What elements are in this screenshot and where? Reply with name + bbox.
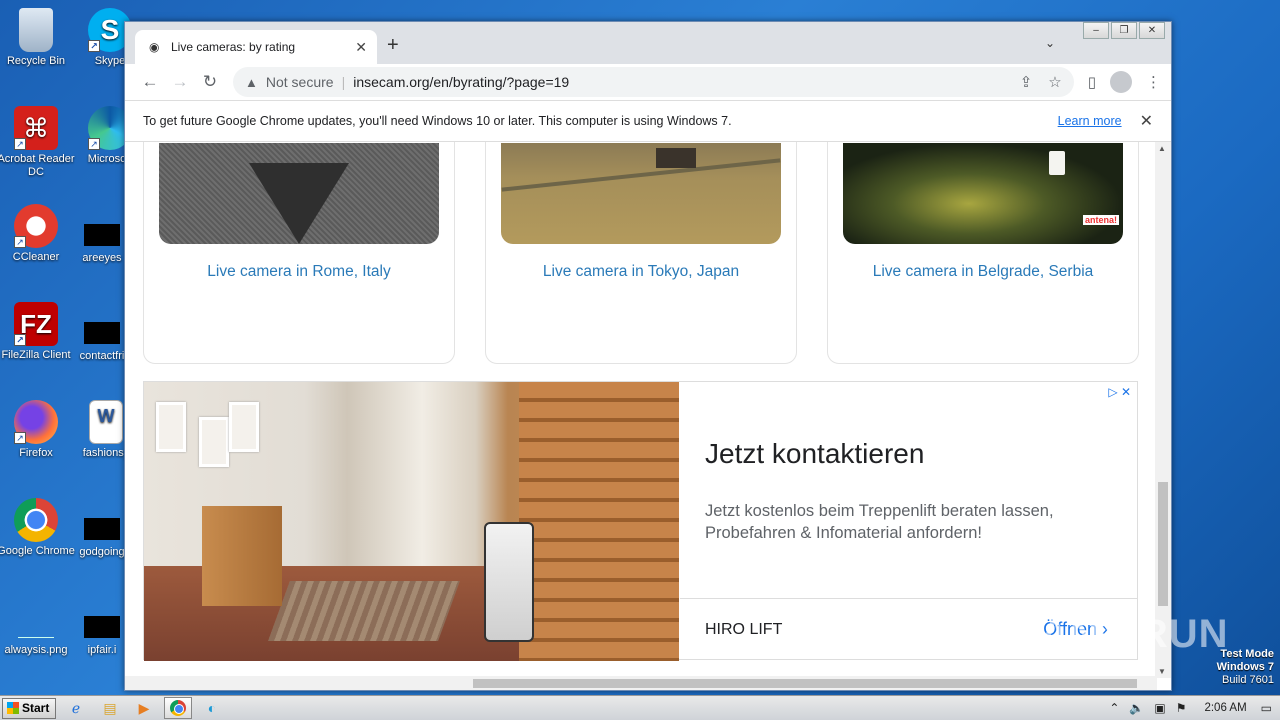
scrollbar-thumb[interactable] bbox=[1158, 482, 1168, 606]
profile-avatar-icon[interactable] bbox=[1110, 71, 1132, 93]
tab-strip: ◉ Live cameras: by rating ✕ + ⌄ – ❐ ✕ bbox=[125, 22, 1171, 64]
camera-caption-link[interactable]: Live camera in Tokyo, Japan bbox=[486, 263, 796, 281]
camera-caption-link[interactable]: Live camera in Rome, Italy bbox=[144, 263, 454, 281]
scrollbar-thumb[interactable] bbox=[473, 679, 1137, 688]
clock[interactable]: 2:06 AM bbox=[1204, 702, 1246, 714]
os-text: Windows 7 bbox=[1216, 661, 1274, 673]
firefox-icon: ↗ bbox=[14, 400, 58, 444]
camera-card[interactable]: Live camera in Tokyo, Japan bbox=[485, 142, 797, 364]
restore-button[interactable]: ❐ bbox=[1111, 22, 1137, 39]
menu-kebab-icon[interactable]: ⋮ bbox=[1146, 73, 1161, 91]
tab-close-button[interactable]: ✕ bbox=[355, 39, 367, 56]
desktop-icon-firefox[interactable]: ↗ Firefox bbox=[0, 400, 76, 460]
minimize-button[interactable]: – bbox=[1083, 22, 1109, 39]
back-button[interactable]: ← bbox=[135, 72, 165, 92]
ie-taskbar-icon[interactable]: ℯ bbox=[62, 697, 90, 719]
test-mode-label: Test Mode Windows 7 Build 7601 bbox=[1217, 648, 1274, 687]
omnibox-divider: | bbox=[341, 74, 346, 90]
address-bar[interactable]: ▲ Not secure | insecam.org/en/byrating/?… bbox=[233, 67, 1074, 97]
scroll-down-icon[interactable]: ▼ bbox=[1158, 667, 1166, 676]
url-text[interactable]: insecam.org/en/byrating/?page=19 bbox=[353, 74, 1019, 90]
reload-button[interactable]: ↻ bbox=[195, 72, 225, 92]
edge-taskbar-icon[interactable]: ◐ bbox=[198, 697, 226, 719]
taskbar: Start ℯ ▤ ▶ ◐ ⌃ 🔈 ▣ ⚑ 2:06 AM ▭ bbox=[0, 695, 1280, 720]
ad-title[interactable]: Jetzt kontaktieren bbox=[705, 438, 924, 470]
page-content: Live camera in Rome, Italy Live camera i… bbox=[125, 142, 1157, 690]
ad-body[interactable]: Jetzt kostenlos beim Treppenlift beraten… bbox=[705, 500, 1115, 544]
desktop-icon-label: Recycle Bin bbox=[6, 55, 66, 67]
system-tray: ⌃ 🔈 ▣ ⚑ 2:06 AM ▭ bbox=[1109, 701, 1280, 715]
network-icon[interactable]: ▣ bbox=[1154, 701, 1165, 715]
camera-thumbnail[interactable] bbox=[159, 143, 439, 244]
tab-search-chevron-icon[interactable]: ⌄ bbox=[1045, 36, 1055, 50]
learn-more-link[interactable]: Learn more bbox=[1058, 114, 1122, 128]
share-icon[interactable]: ⇪ bbox=[1020, 73, 1033, 91]
test-mode-text: Test Mode bbox=[1220, 648, 1274, 660]
camera-card[interactable]: antena! Live camera in Belgrade, Serbia bbox=[827, 142, 1139, 364]
file-thumbnail-icon bbox=[84, 224, 120, 246]
horizontal-scrollbar[interactable] bbox=[125, 676, 1157, 690]
side-panel-icon[interactable]: ▯ bbox=[1088, 73, 1096, 91]
new-tab-button[interactable]: + bbox=[387, 34, 399, 57]
file-thumbnail-icon bbox=[84, 322, 120, 344]
chrome-icon bbox=[14, 498, 58, 542]
start-button[interactable]: Start bbox=[2, 697, 56, 719]
warning-icon[interactable]: ▲ bbox=[245, 75, 258, 90]
tab-title: Live cameras: by rating bbox=[171, 40, 296, 54]
camera-caption-link[interactable]: Live camera in Belgrade, Serbia bbox=[828, 263, 1138, 281]
camera-thumbnail[interactable]: antena! bbox=[843, 143, 1123, 244]
update-infobar: To get future Google Chrome updates, you… bbox=[125, 100, 1171, 142]
stairlift-image bbox=[484, 522, 534, 642]
ccleaner-icon: ↗ bbox=[14, 204, 58, 248]
camera-favicon-icon: ◉ bbox=[149, 40, 160, 54]
recycle-bin-icon bbox=[19, 8, 53, 52]
desktop-icon-acrobat[interactable]: ⌘ ↗ Acrobat Reader DC bbox=[0, 106, 76, 179]
ad-image[interactable] bbox=[144, 382, 679, 661]
anyrun-watermark: ANY RUN bbox=[1040, 612, 1229, 656]
infobar-close-button[interactable]: ✕ bbox=[1140, 111, 1153, 131]
desktop-icon-label: Firefox bbox=[19, 447, 53, 459]
security-label[interactable]: Not secure bbox=[266, 74, 334, 90]
filezilla-icon: FZ ↗ bbox=[14, 302, 58, 346]
word-document-icon: W bbox=[89, 400, 123, 444]
desktop-icon-label: Acrobat Reader DC bbox=[0, 153, 75, 178]
advertisement[interactable]: ▷ ✕ Jetzt kontaktieren Jetzt kostenlos b… bbox=[143, 381, 1138, 661]
build-text: Build 7601 bbox=[1222, 674, 1274, 686]
desktop-icon-recycle-bin[interactable]: Recycle Bin bbox=[0, 8, 76, 68]
file-thumbnail-icon bbox=[84, 616, 120, 638]
windows-logo-icon bbox=[7, 702, 19, 714]
chrome-taskbar-icon[interactable] bbox=[164, 697, 192, 719]
image-file-icon bbox=[18, 616, 54, 638]
tray-expand-icon[interactable]: ⌃ bbox=[1109, 701, 1119, 715]
scroll-up-icon[interactable]: ▲ bbox=[1158, 144, 1166, 153]
close-window-button[interactable]: ✕ bbox=[1139, 22, 1165, 39]
camera-watermark-logo: antena! bbox=[1082, 215, 1119, 225]
explorer-taskbar-icon[interactable]: ▤ bbox=[96, 697, 124, 719]
volume-icon[interactable]: 🔈 bbox=[1129, 701, 1144, 715]
start-label: Start bbox=[22, 701, 50, 715]
browser-toolbar: ← → ↻ ▲ Not secure | insecam.org/en/byra… bbox=[125, 64, 1171, 100]
action-center-flag-icon[interactable]: ⚑ bbox=[1176, 701, 1187, 715]
show-desktop-icon[interactable]: ▭ bbox=[1261, 701, 1272, 715]
camera-thumbnail[interactable] bbox=[501, 143, 781, 244]
tab-live-cameras[interactable]: ◉ Live cameras: by rating ✕ bbox=[135, 30, 377, 64]
chrome-window: ◉ Live cameras: by rating ✕ + ⌄ – ❐ ✕ ← … bbox=[124, 21, 1172, 691]
bookmark-star-icon[interactable]: ☆ bbox=[1048, 73, 1061, 91]
infobar-message: To get future Google Chrome updates, you… bbox=[143, 114, 732, 128]
forward-button[interactable]: → bbox=[165, 72, 195, 92]
camera-card[interactable]: Live camera in Rome, Italy bbox=[143, 142, 455, 364]
media-player-taskbar-icon[interactable]: ▶ bbox=[130, 697, 158, 719]
file-thumbnail-icon bbox=[84, 518, 120, 540]
vertical-scrollbar[interactable]: ▲ ▼ bbox=[1155, 142, 1171, 678]
acrobat-icon: ⌘ ↗ bbox=[14, 106, 58, 150]
ad-advertiser[interactable]: HIRO LIFT bbox=[705, 621, 782, 639]
ad-choices-icon[interactable]: ▷ ✕ bbox=[1108, 385, 1131, 399]
window-controls: – ❐ ✕ bbox=[1083, 22, 1165, 39]
